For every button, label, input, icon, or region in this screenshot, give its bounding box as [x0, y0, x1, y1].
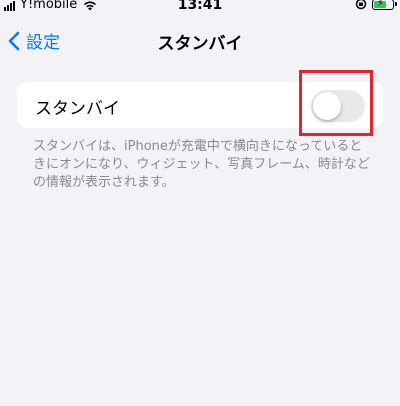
highlight-annotation-box: [299, 70, 373, 136]
standby-label: スタンバイ: [35, 99, 120, 119]
page-title: スタンバイ: [157, 34, 243, 54]
standby-description: スタンバイは、iPhoneが充電中で横向きになっているときにオンになり、ウィジェ…: [33, 139, 370, 190]
battery-nub: [395, 1, 397, 6]
charging-bolt-icon: ⚡: [377, 0, 385, 9]
navigation-bar: 設定 スタンバイ: [0, 20, 400, 64]
clock-time: 13:41: [177, 0, 223, 13]
status-right: ⚡: [355, 0, 397, 10]
orientation-lock-icon: [355, 0, 367, 10]
status-bar: Y!mobile 13:41 ⚡: [0, 0, 400, 16]
battery-charging-icon: ⚡: [372, 0, 397, 10]
